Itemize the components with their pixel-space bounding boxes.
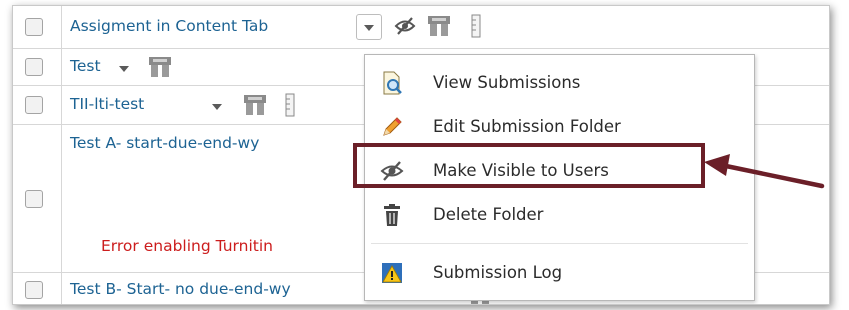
- row-checkbox[interactable]: [25, 96, 43, 114]
- rubric-icon[interactable]: [242, 93, 268, 117]
- annotation-arrow-icon: [704, 154, 825, 189]
- chevron-down-icon: [364, 25, 374, 31]
- actions-dropdown-button[interactable]: [356, 14, 382, 40]
- folder-title-link[interactable]: Test B- Start- no due-end-wy: [70, 280, 291, 298]
- rubric-icon[interactable]: [426, 14, 452, 38]
- menu-item-label: Submission Log: [433, 263, 563, 282]
- row-checkbox[interactable]: [25, 58, 43, 76]
- chevron-down-icon[interactable]: [212, 104, 222, 110]
- menu-divider: [371, 243, 748, 244]
- rubric-icon[interactable]: [147, 55, 173, 79]
- ruler-icon[interactable]: [471, 14, 481, 38]
- folder-title-link[interactable]: TII-lti-test: [70, 95, 144, 113]
- menu-item-delete-folder[interactable]: Delete Folder: [365, 193, 754, 237]
- menu-item-label: View Submissions: [433, 73, 581, 92]
- trash-icon: [384, 204, 400, 226]
- highlight-box: [353, 143, 705, 188]
- chevron-down-icon[interactable]: [119, 66, 129, 72]
- row-checkbox[interactable]: [25, 18, 43, 36]
- row-checkbox[interactable]: [25, 281, 43, 299]
- menu-item-view-submissions[interactable]: View Submissions: [365, 61, 754, 105]
- warning-icon: [382, 263, 402, 283]
- folder-title-link[interactable]: Test A- start-due-end-wy: [70, 134, 259, 152]
- menu-item-label: Edit Submission Folder: [433, 117, 621, 136]
- table-row: Assigment in Content Tab: [13, 6, 829, 49]
- menu-item-submission-log[interactable]: Submission Log: [365, 251, 754, 295]
- menu-item-label: Delete Folder: [433, 205, 544, 224]
- turnitin-error-message: Error enabling Turnitin: [101, 237, 273, 255]
- eye-slash-icon[interactable]: [394, 17, 416, 35]
- pencil-icon: [383, 117, 402, 136]
- ruler-icon[interactable]: [285, 93, 295, 117]
- row-checkbox[interactable]: [25, 190, 43, 208]
- view-submissions-icon: [383, 71, 402, 95]
- folder-title-link[interactable]: Assigment in Content Tab: [70, 17, 268, 35]
- folder-title-link[interactable]: Test: [70, 57, 101, 75]
